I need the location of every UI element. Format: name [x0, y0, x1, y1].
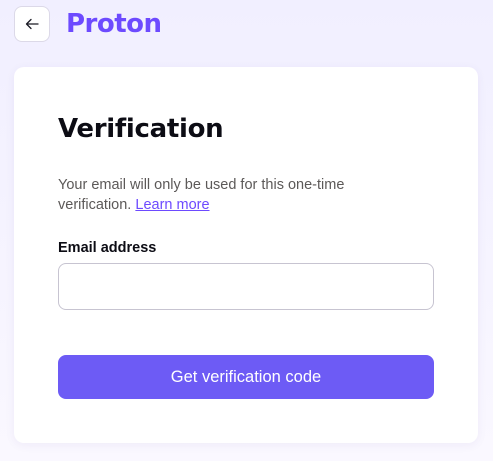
email-label: Email address [58, 240, 157, 256]
get-verification-code-button[interactable]: Get verification code [58, 355, 434, 399]
page-title: Verification [58, 114, 224, 144]
description: Your email will only be used for this on… [58, 175, 398, 215]
back-button[interactable] [14, 6, 50, 42]
proton-logo: Proton [66, 9, 162, 39]
email-input[interactable] [58, 263, 434, 310]
arrow-left-icon [24, 16, 40, 32]
logo-text: Proton [66, 9, 162, 39]
verification-card: Verification Your email will only be use… [14, 67, 478, 443]
learn-more-link[interactable]: Learn more [135, 197, 209, 213]
